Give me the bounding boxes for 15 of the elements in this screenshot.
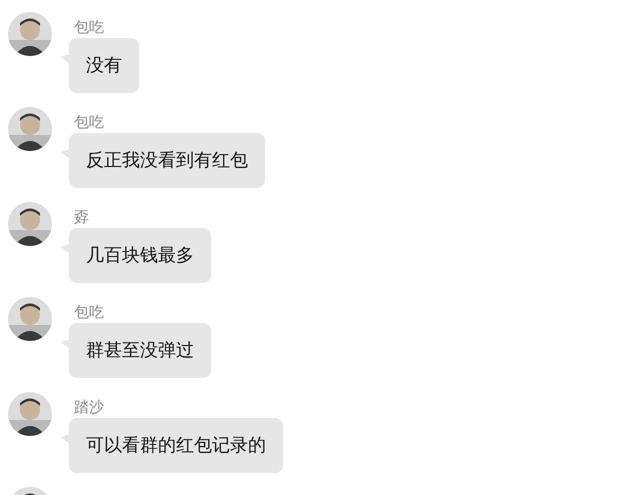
sender-name: 孬 [74,207,89,228]
message-bubble: 反正我没看到有红包 [69,133,265,188]
bubble-tail [61,434,70,444]
sender-name: 包吃 [74,112,104,133]
bubble-tail [61,149,70,159]
sender-name: 包吃 [74,302,104,323]
sender-name: 包吃 [74,17,104,38]
bubble-tail [61,339,70,349]
message-bubble: 群甚至没弹过 [69,323,211,378]
bubble-tail [61,244,70,254]
message-bubble: 可以看群的红包记录的 [69,418,283,473]
bubble-tail [61,54,70,64]
sender-name: 踏沙 [74,397,104,418]
message-bubble: 几百块钱最多 [69,228,211,283]
message-bubble: 没有 [69,38,139,93]
